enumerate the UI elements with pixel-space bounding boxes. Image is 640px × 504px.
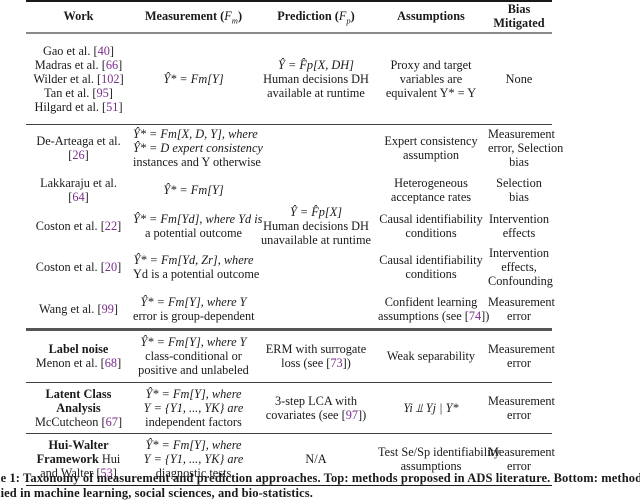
bias-cell: Intervention effects [488,212,550,240]
work-cell: Label noise Menon et al. [68] [35,342,122,370]
caption-line-2: lied in machine learning, social science… [0,486,313,500]
assumptions-cell: Causal identifiability conditions [379,212,483,240]
assumptions-cell: Weak separability [386,349,476,363]
citation-link[interactable]: 68 [105,356,117,370]
table-row-group1: Gao et al. [40] Madras et al. [66] Wilde… [26,33,552,124]
bias-cell: Measurement error [488,342,555,370]
work-cell: De-Arteaga et al. [26] [36,134,121,163]
table-row: De-Arteaga et al. [26] Ŷ* = Fm[X, D, Y],… [26,124,564,247]
prediction-cell: 3-step LCA with covariates (see [97]) [265,393,367,422]
measurement-cell: Ŷ* = Fm[Y], where Y = {Y1, ..., YK} are … [143,386,244,429]
group1-prediction: Ŷ = F̂p[X, DH] Human decisions DH availa… [263,57,369,100]
measurement-cell: Ŷ* = Fm[Y], where Y class-conditional or… [138,335,249,377]
caption-line-1: le 1: Taxonomy of measurement and predic… [0,471,640,485]
header-measurement: Measurement (Fm) [131,0,256,34]
citation-link[interactable]: 26 [72,148,84,162]
group2-prediction: Ŷ = F̂p[X] Human decisions DH unavailabl… [261,205,371,247]
citation-link[interactable]: 66 [106,58,118,72]
citation-link[interactable]: 64 [72,190,84,204]
bias-cell: Measurement error, Selection bias [488,127,564,170]
assumptions-cell: Heterogeneous acceptance rates [390,176,472,204]
assumptions-cell: Causal identifiability conditions [379,253,483,281]
bias-cell: Measurement error [488,294,555,323]
table-header-row: Work Measurement (Fm) Prediction (Fp) As… [26,0,552,34]
bias-cell: Selection bias [496,176,542,204]
citation-link[interactable]: 20 [105,260,117,274]
work-citation: Hilgard et al. [51] [34,99,123,114]
header-prediction: Prediction (Fp) [256,0,376,34]
measurement-cell: Ŷ* = Fm[X, D, Y], where Ŷ* = D expert co… [133,127,263,170]
work-cell: Wang et al. [99] [39,301,118,316]
group1-bias: None [505,71,533,86]
measurement-cell: Ŷ* = Fm[Yd], where Yd is a potential out… [133,212,263,240]
bias-cell: Intervention effects, Confounding [488,246,553,288]
group1-assumptions: Proxy and target variables are equivalen… [385,57,477,100]
citation-link[interactable]: 22 [105,219,117,233]
work-citation: Gao et al. [40] [42,43,115,58]
table-caption: le 1: Taxonomy of measurement and predic… [0,471,640,501]
citation-link[interactable]: 102 [101,72,119,86]
citation-link[interactable]: 67 [106,415,118,429]
measurement-cell: Ŷ* = Fm[Y], where Y error is group-depen… [133,294,255,323]
header-work: Work [26,0,131,34]
measurement-cell: Ŷ* = Fm[Y] [163,183,224,197]
work-citation: Tan et al. [95] [44,85,113,100]
work-citation: Wilder et al. [102] [33,71,124,86]
group1-works: Gao et al. [40] Madras et al. [66] Wilde… [26,33,131,124]
citation-link[interactable]: 51 [106,100,118,114]
assumptions-cell: Yi ⫫ Yj | Y* [403,400,459,415]
citation-link[interactable]: 99 [102,302,114,316]
table-row: Latent Class Analysis McCutcheon [67] Ŷ*… [26,382,555,433]
assumptions-cell: Expert consistency assumption [384,134,478,163]
work-cell: Lakkaraju et al. [64] [40,176,117,204]
prediction-cell: ERM with surrogate loss (see [73]) [265,342,367,370]
work-citation: Madras et al. [66] [34,57,123,72]
citation-link[interactable]: 95 [97,86,109,100]
citation-link[interactable]: 74 [469,309,481,323]
group1-measurement: Ŷ* = Fm[Y] [163,71,224,86]
header-assumptions: Assumptions [376,0,486,34]
citation-link[interactable]: 73 [330,356,342,370]
header-bias-mitigated: Bias Mitigated [486,0,552,34]
work-cell: Coston et al. [22] [35,219,122,233]
assumptions-cell: Confident learning assumptions (see [74]… [378,294,490,323]
taxonomy-table: Work Measurement (Fm) Prediction (Fp) As… [26,0,564,486]
work-cell: Coston et al. [20] [35,260,122,274]
bias-cell: Measurement error [488,393,555,422]
work-cell: Latent Class Analysis McCutcheon [67] [34,386,123,429]
table-row: Label noise Menon et al. [68] Ŷ* = Fm[Y]… [26,330,555,382]
measurement-cell: Ŷ* = Fm[Yd, Zr], where Yd is a potential… [133,253,260,281]
citation-link[interactable]: 97 [346,408,358,422]
citation-link[interactable]: 40 [98,44,110,58]
